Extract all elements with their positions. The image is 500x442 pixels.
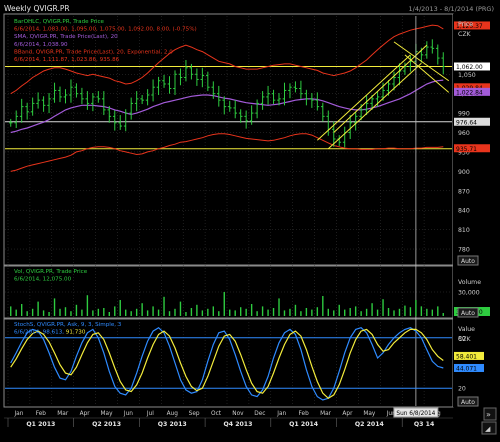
quarter-label: Q2 2013 — [92, 421, 121, 428]
price-tick-label: 840 — [458, 208, 470, 215]
month-label: Mar — [57, 411, 69, 417]
price-legend-entry: BarOHLC, QVIGR.PR, Trade Price — [14, 19, 105, 25]
price-tick-label: 900 — [458, 169, 470, 176]
volume-axis-title: Volume — [458, 279, 481, 286]
month-label: Apr — [80, 411, 91, 417]
stoch-currency: CZK — [458, 336, 472, 343]
price-tick-label: 990 — [458, 111, 470, 118]
svg-text:Auto: Auto — [461, 258, 475, 265]
stoch-legend-entry: StochS, QVIGR.PR, Ask, 9, 3, Simple, 3 — [14, 322, 122, 328]
volume-auto-button[interactable]: Auto — [457, 307, 479, 318]
stoch-d-value: 91.730 — [64, 330, 86, 336]
month-label: May — [101, 411, 114, 417]
price-tick-label: 810 — [458, 227, 470, 234]
stoch-axis-title: Value — [458, 326, 475, 333]
stoch-badge-label: 58.401 — [456, 353, 477, 360]
price-auto-button[interactable]: Auto — [457, 255, 479, 266]
price-legend-entry: 6/6/2014, 1,038.90 — [14, 42, 68, 48]
quarter-label: Q1 2013 — [26, 421, 55, 428]
month-label: Mar — [320, 411, 332, 417]
svg-text:Auto: Auto — [461, 399, 475, 406]
price-tick-label: 870 — [458, 188, 470, 195]
chart-canvas: 1,0501,0209909609309008708408107801,125.… — [3, 4, 499, 435]
month-label: Nov — [232, 411, 244, 417]
chart-window: 1,0501,0209909609309008708408107801,125.… — [0, 0, 500, 438]
price-tick-label: 1,050 — [458, 72, 476, 79]
price-badge-label: 935.71 — [456, 146, 477, 153]
scroll-end-button[interactable]: » — [483, 407, 497, 421]
month-label: Jul — [146, 411, 154, 417]
month-label: May — [363, 411, 376, 417]
date-range: 1/4/2013 - 8/1/2014 (PRG) — [409, 5, 494, 13]
chart-corner-icon[interactable]: ◢ — [481, 421, 497, 435]
stoch-legend-entry: 6/6/2014, 98.613, 91.730 — [14, 330, 86, 336]
volume-legend-entry: Vol, QVIGR.PR, Trade Price — [14, 269, 88, 275]
price-badge-label: 1,062.00 — [456, 64, 483, 71]
price-badge-label: 976.64 — [456, 119, 477, 126]
volume-tick-label: 30,000 — [458, 290, 480, 297]
price-tick-label: 780 — [458, 247, 470, 254]
month-label: Jan — [276, 411, 286, 417]
price-tick-label: 960 — [458, 130, 470, 137]
quarter-label: Q2 2014 — [355, 421, 385, 428]
stoch-auto-button[interactable]: Auto — [457, 396, 479, 407]
quarter-label: Q3 14 — [414, 421, 435, 428]
price-badge-label: 1,022.84 — [456, 89, 483, 96]
month-label: Oct — [211, 411, 222, 417]
month-label: Apr — [342, 411, 353, 417]
svg-text:»: » — [486, 410, 491, 419]
month-label: Aug — [167, 411, 179, 417]
price-legend-entry: 6/6/2014, 1,111.87, 1,023.86, 935.86 — [14, 57, 120, 63]
stoch-tick-label: 20 — [458, 386, 466, 393]
price-legend-entry: 6/6/2014, 1,083.00, 1,095.00, 1,075.00, … — [14, 27, 197, 33]
quarter-label: Q3 2013 — [158, 421, 187, 428]
price-legend-entry: BBand, QVIGR.PR, Trade Price(Last), 20, … — [14, 49, 173, 55]
month-label: Jan — [13, 411, 23, 417]
quarter-label: Q1 2014 — [289, 421, 319, 428]
chart-title: Weekly QVIGR.PR — [4, 4, 70, 13]
month-label: Feb — [36, 411, 47, 417]
price-change-value: 8.00, (-0.75%) — [155, 27, 197, 33]
month-label: Sep — [189, 411, 200, 417]
volume-legend-entry: 6/6/2014, 12,075.00 — [14, 277, 72, 283]
svg-text:Auto: Auto — [461, 310, 475, 317]
month-label: Feb — [299, 411, 310, 417]
svg-text:◢: ◢ — [485, 425, 491, 433]
quarter-label: Q4 2013 — [223, 421, 252, 428]
price-axis-title: Price — [458, 21, 473, 28]
month-label: Dec — [254, 411, 265, 417]
month-label: Jun — [123, 411, 133, 417]
price-currency: CZK — [458, 31, 472, 38]
price-legend-entry: SMA, QVIGR.PR, Trade Price(Last), 20 — [14, 34, 118, 40]
cursor-date-label: Sun 6/8/2014 — [396, 411, 435, 417]
stoch-badge-label: 44.071 — [456, 365, 477, 372]
